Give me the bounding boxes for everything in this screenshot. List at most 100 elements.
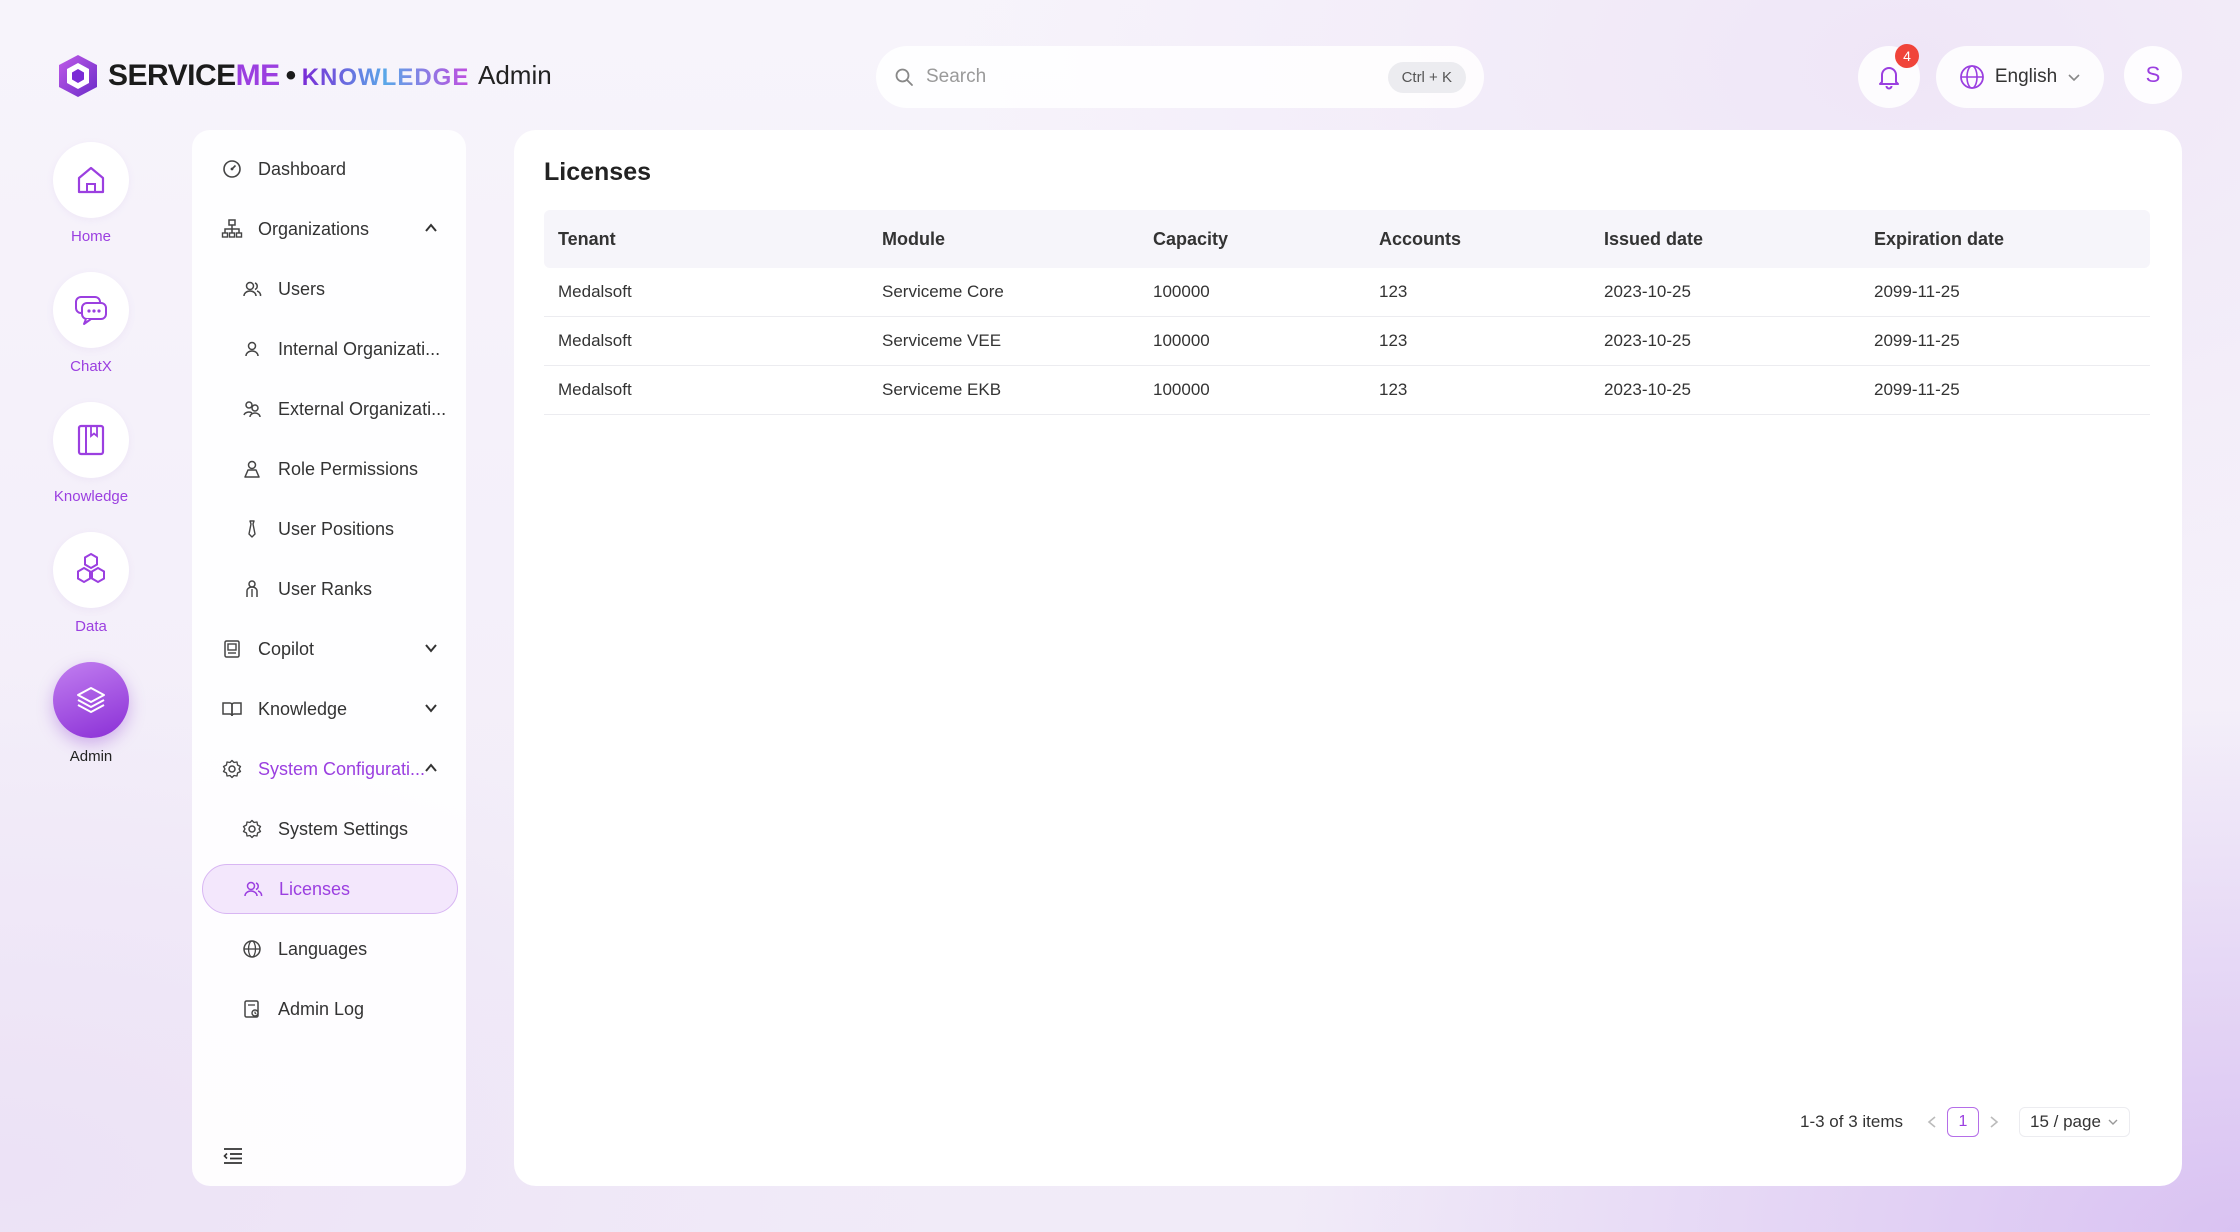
cell-accounts: 123 <box>1379 282 1408 301</box>
cell-accounts: 123 <box>1379 331 1408 350</box>
menu-item-dashboard[interactable]: Dashboard <box>192 144 466 194</box>
menu-label: External Organizati... <box>278 398 447 419</box>
cell-issued-date: 2023-10-25 <box>1604 331 1691 350</box>
people-group-icon <box>240 397 264 421</box>
table-row[interactable]: Medalsoft Serviceme EKB 100000 123 2023-… <box>544 366 2150 415</box>
cell-capacity: 100000 <box>1153 380 1210 399</box>
language-selector[interactable]: English <box>1936 46 2104 108</box>
dashboard-gauge-icon <box>220 157 244 181</box>
copilot-icon <box>220 637 244 661</box>
search-shortcut-badge: Ctrl + K <box>1387 61 1466 93</box>
menu-label: Dashboard <box>258 158 347 179</box>
page-title: Licenses <box>544 158 652 186</box>
globe-icon <box>1959 65 1984 89</box>
menu-item-licenses[interactable]: Licenses <box>202 864 458 914</box>
menu-item-role-permissions[interactable]: Role Permissions <box>192 444 466 494</box>
rail-item-knowledge[interactable]: Knowledge <box>50 402 132 505</box>
menu-label: Internal Organizati... <box>278 338 441 359</box>
app-logo[interactable]: SERVICEME • KNOWLEDGE <box>56 52 469 100</box>
settings-gear-icon <box>240 817 264 841</box>
search-bar[interactable]: Search Ctrl + K <box>876 46 1484 108</box>
menu-label: System Configurati... <box>258 758 426 779</box>
globe-icon <box>240 937 264 961</box>
cell-expiration-date: 2099-11-25 <box>1874 282 1960 301</box>
menu-group-system-configuration[interactable]: System Configurati... <box>192 744 466 794</box>
column-header-module[interactable]: Module <box>882 229 1153 250</box>
menu-item-user-positions[interactable]: User Positions <box>192 504 466 554</box>
rail-item-home[interactable]: Home <box>50 142 132 245</box>
licenses-table: Tenant Module Capacity Accounts Issued d… <box>544 210 2150 415</box>
menu-item-languages[interactable]: Languages <box>192 924 466 974</box>
table-row[interactable]: Medalsoft Serviceme Core 100000 123 2023… <box>544 268 2150 317</box>
admin-side-menu: Dashboard Organizations Users Internal O… <box>192 130 466 1186</box>
menu-item-users[interactable]: Users <box>192 264 466 314</box>
menu-group-organizations[interactable]: Organizations <box>192 204 466 254</box>
menu-item-internal-organizations[interactable]: Internal Organizati... <box>192 324 466 374</box>
bell-icon <box>1879 67 1899 90</box>
brand-logo-icon <box>59 55 97 97</box>
chat-icon <box>75 296 107 325</box>
menu-label: Knowledge <box>258 698 348 719</box>
rail-data-circle <box>53 532 129 608</box>
person-icon <box>240 337 264 361</box>
pagination: 1-3 of 3 items 1 15 / page <box>1800 1104 2130 1140</box>
column-header-capacity[interactable]: Capacity <box>1153 229 1379 250</box>
column-header-accounts[interactable]: Accounts <box>1379 229 1604 250</box>
prev-page-button[interactable] <box>1921 1115 1943 1129</box>
cell-module: Serviceme EKB <box>882 380 1002 399</box>
user-avatar[interactable]: S <box>2124 46 2182 104</box>
menu-label: Languages <box>278 938 368 959</box>
menu-item-system-settings[interactable]: System Settings <box>192 804 466 854</box>
license-users-icon <box>241 877 265 901</box>
collapse-menu-icon[interactable] <box>222 1146 244 1166</box>
menu-item-user-ranks[interactable]: User Ranks <box>192 564 466 614</box>
cell-capacity: 100000 <box>1153 282 1210 301</box>
home-icon <box>77 166 105 194</box>
book-icon <box>77 424 105 456</box>
column-header-tenant[interactable]: Tenant <box>544 229 882 250</box>
menu-label: User Positions <box>278 518 395 539</box>
brand-name: SERVICEME • KNOWLEDGE <box>108 59 470 92</box>
cell-issued-date: 2023-10-25 <box>1604 282 1691 301</box>
search-input[interactable]: Search <box>926 66 1388 88</box>
cell-module: Serviceme VEE <box>882 331 1002 350</box>
hexagons-icon <box>77 552 105 584</box>
open-book-icon <box>220 697 244 721</box>
chevron-down-icon <box>2108 1119 2118 1125</box>
next-page-button[interactable] <box>1983 1115 2005 1129</box>
page-size-select[interactable]: 15 / page <box>2019 1107 2130 1137</box>
menu-group-copilot[interactable]: Copilot <box>192 624 466 674</box>
menu-label: System Settings <box>278 818 409 839</box>
menu-label: Organizations <box>258 218 370 239</box>
notification-count-badge: 4 <box>1895 44 1919 68</box>
rail-item-chatx[interactable]: ChatX <box>50 272 132 375</box>
table-row[interactable]: Medalsoft Serviceme VEE 100000 123 2023-… <box>544 317 2150 366</box>
rail-label-data: Data <box>75 618 107 635</box>
chevron-up-icon <box>425 223 437 232</box>
rail-chatx-circle <box>53 272 129 348</box>
cell-issued-date: 2023-10-25 <box>1604 380 1691 399</box>
page-button-current[interactable]: 1 <box>1947 1107 1979 1137</box>
menu-item-admin-log[interactable]: Admin Log <box>192 984 466 1034</box>
rail-item-data[interactable]: Data <box>50 532 132 635</box>
rail-label-home: Home <box>70 228 111 245</box>
column-header-expiration-date[interactable]: Expiration date <box>1874 229 2150 250</box>
users-icon <box>240 277 264 301</box>
column-header-issued-date[interactable]: Issued date <box>1604 229 1874 250</box>
log-document-icon <box>240 997 264 1021</box>
cell-tenant: Medalsoft <box>558 282 632 301</box>
menu-label: Copilot <box>258 638 315 659</box>
rail-home-circle <box>53 142 129 218</box>
chevron-down-icon <box>425 704 437 713</box>
menu-item-external-organizations[interactable]: External Organizati... <box>192 384 466 434</box>
menu-label: Licenses <box>279 878 351 899</box>
chevron-down-icon <box>425 644 437 653</box>
gear-icon <box>220 757 244 781</box>
language-label: English <box>1994 66 2058 87</box>
role-icon <box>240 457 264 481</box>
menu-label: Admin Log <box>278 998 365 1019</box>
rail-knowledge-circle <box>53 402 129 478</box>
rail-item-admin[interactable]: Admin <box>50 662 132 765</box>
chevron-up-icon <box>425 763 437 772</box>
menu-group-knowledge[interactable]: Knowledge <box>192 684 466 734</box>
